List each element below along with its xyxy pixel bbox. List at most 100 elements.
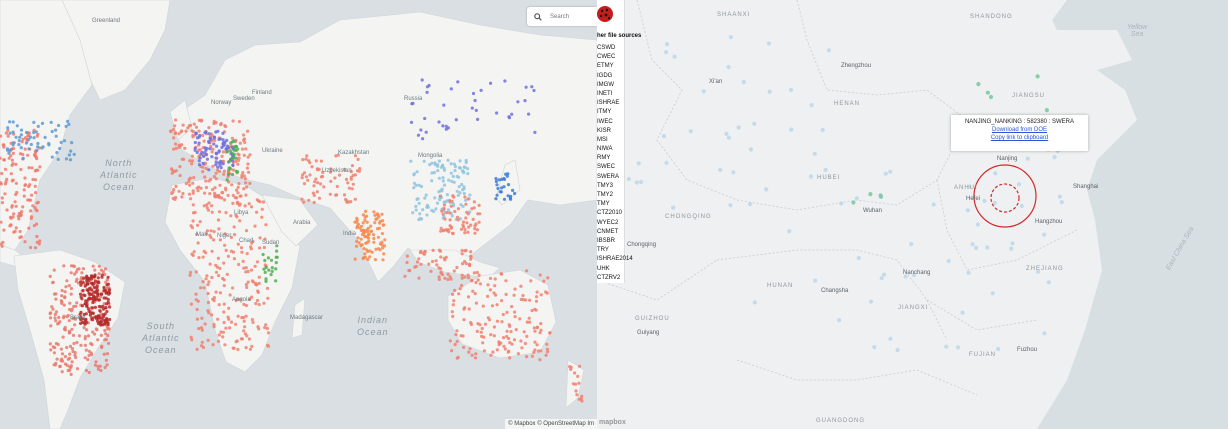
station-point[interactable]	[214, 270, 219, 274]
station-point[interactable]	[214, 263, 218, 267]
station-point[interactable]	[269, 273, 273, 277]
station-point[interactable]	[35, 148, 39, 152]
station-point[interactable]	[405, 260, 409, 265]
station-point[interactable]	[731, 170, 736, 175]
station-point[interactable]	[495, 319, 499, 323]
station-point[interactable]	[65, 279, 69, 283]
station-point[interactable]	[87, 370, 91, 375]
station-point[interactable]	[449, 162, 453, 166]
station-point[interactable]	[49, 324, 53, 328]
station-point[interactable]	[226, 193, 230, 197]
station-point[interactable]	[60, 288, 64, 293]
station-point[interactable]	[72, 264, 76, 268]
station-point[interactable]	[251, 320, 255, 324]
station-point[interactable]	[350, 164, 355, 168]
station-point[interactable]	[334, 193, 339, 197]
station-point[interactable]	[47, 143, 51, 147]
file-source-item[interactable]: CWEC	[597, 53, 633, 62]
station-point[interactable]	[533, 340, 537, 344]
station-point[interactable]	[381, 246, 385, 250]
station-point[interactable]	[358, 226, 362, 230]
station-point[interactable]	[241, 171, 245, 175]
station-point[interactable]	[274, 267, 278, 271]
station-point[interactable]	[497, 340, 501, 344]
station-point[interactable]	[202, 286, 206, 290]
station-point[interactable]	[470, 353, 474, 357]
station-point[interactable]	[56, 322, 60, 326]
station-point[interactable]	[868, 299, 874, 304]
station-point[interactable]	[417, 183, 421, 187]
station-point[interactable]	[81, 288, 85, 293]
station-point[interactable]	[174, 118, 178, 122]
station-point[interactable]	[361, 213, 365, 217]
station-point[interactable]	[223, 343, 227, 347]
station-point[interactable]	[204, 179, 208, 183]
station-point[interactable]	[217, 274, 221, 278]
station-point[interactable]	[72, 341, 76, 346]
station-point[interactable]	[8, 224, 12, 228]
station-point[interactable]	[417, 257, 421, 261]
station-point[interactable]	[237, 262, 241, 267]
station-point[interactable]	[224, 125, 228, 129]
station-point[interactable]	[36, 145, 40, 149]
station-point[interactable]	[266, 296, 270, 300]
station-point[interactable]	[54, 297, 58, 301]
station-point[interactable]	[441, 124, 445, 128]
station-point[interactable]	[60, 352, 65, 356]
station-point[interactable]	[214, 171, 218, 175]
station-point[interactable]	[364, 235, 368, 239]
station-point[interactable]	[504, 172, 508, 176]
station-point[interactable]	[244, 270, 248, 274]
station-point[interactable]	[89, 341, 93, 346]
station-point[interactable]	[502, 344, 506, 348]
station-point[interactable]	[985, 245, 990, 250]
station-point[interactable]	[460, 283, 464, 288]
station-point[interactable]	[228, 326, 232, 330]
station-point[interactable]	[455, 339, 459, 344]
station-point[interactable]	[178, 174, 182, 178]
station-point[interactable]	[181, 123, 185, 127]
station-point[interactable]	[439, 226, 443, 230]
station-point[interactable]	[212, 230, 216, 234]
station-point[interactable]	[235, 201, 239, 205]
station-point[interactable]	[366, 257, 370, 261]
station-point[interactable]	[189, 197, 193, 201]
station-point[interactable]	[263, 258, 267, 263]
station-point[interactable]	[220, 196, 224, 200]
station-point[interactable]	[504, 292, 508, 296]
station-point[interactable]	[442, 203, 446, 207]
station-point[interactable]	[245, 166, 249, 170]
station-point[interactable]	[171, 128, 176, 132]
station-point[interactable]	[216, 339, 220, 343]
station-point[interactable]	[58, 364, 62, 369]
station-point[interactable]	[210, 210, 214, 214]
station-point[interactable]	[261, 252, 265, 257]
file-source-item[interactable]: TMY3	[597, 182, 633, 191]
station-point[interactable]	[53, 316, 57, 320]
station-point[interactable]	[878, 194, 884, 199]
station-point[interactable]	[191, 191, 195, 195]
station-point[interactable]	[335, 184, 339, 189]
station-point[interactable]	[468, 263, 472, 268]
station-point[interactable]	[342, 193, 347, 197]
station-point[interactable]	[416, 133, 421, 137]
station-point[interactable]	[68, 365, 72, 369]
station-point[interactable]	[501, 312, 505, 317]
station-point[interactable]	[208, 147, 212, 151]
station-point[interactable]	[451, 174, 455, 179]
station-point[interactable]	[990, 291, 995, 296]
station-point[interactable]	[982, 198, 987, 203]
station-point[interactable]	[209, 313, 214, 317]
station-point[interactable]	[79, 310, 83, 314]
station-point[interactable]	[209, 177, 213, 181]
station-point[interactable]	[460, 182, 464, 187]
station-point[interactable]	[254, 282, 258, 286]
station-point[interactable]	[34, 155, 38, 159]
station-point[interactable]	[77, 334, 81, 338]
station-point[interactable]	[180, 195, 184, 199]
station-point[interactable]	[812, 151, 817, 156]
station-point[interactable]	[466, 167, 470, 171]
station-point[interactable]	[14, 204, 18, 208]
station-point[interactable]	[34, 130, 38, 134]
station-point[interactable]	[85, 274, 89, 278]
